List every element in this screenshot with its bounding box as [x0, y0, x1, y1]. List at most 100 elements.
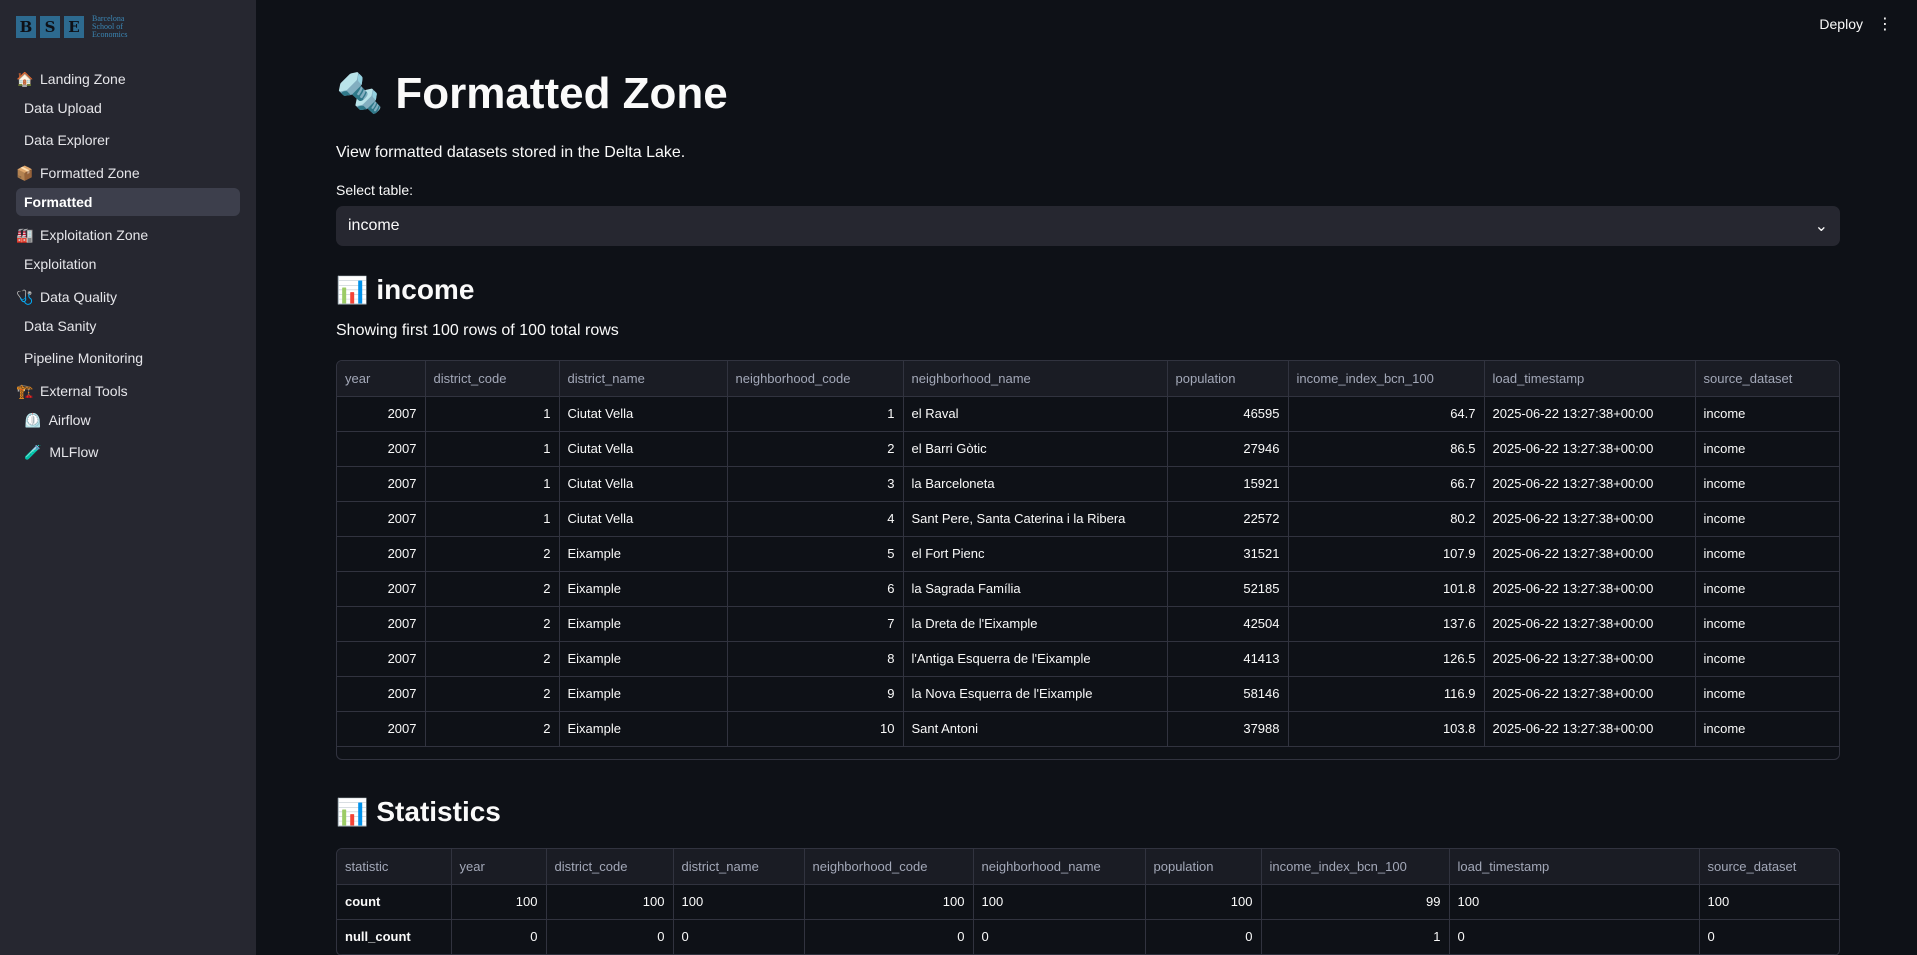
table-cell[interactable]: 8: [727, 641, 904, 677]
table-cell[interactable]: Ciutat Vella: [559, 396, 728, 432]
table-cell[interactable]: income: [1695, 571, 1839, 607]
column-header[interactable]: district_name: [673, 849, 805, 885]
stats-cell[interactable]: 0: [451, 919, 547, 955]
column-header[interactable]: year: [451, 849, 547, 885]
table-cell[interactable]: 52185: [1167, 571, 1289, 607]
table-cell[interactable]: 2007: [337, 536, 426, 572]
table-cell[interactable]: 86.5: [1288, 431, 1485, 467]
column-header[interactable]: neighborhood_code: [804, 849, 974, 885]
table-cell[interactable]: la Nova Esquerra de l'Eixample: [903, 676, 1168, 712]
stats-row[interactable]: count 100 100 100 100 100 100 99 100 100: [337, 884, 1839, 920]
sidebar-item-formatted[interactable]: Formatted: [16, 188, 240, 216]
table-cell[interactable]: el Raval: [903, 396, 1168, 432]
stats-cell[interactable]: 99: [1261, 884, 1450, 920]
column-header[interactable]: district_code: [425, 361, 560, 397]
stats-cell[interactable]: null_count: [337, 919, 452, 955]
table-cell[interactable]: 2025-06-22 13:27:38+00:00: [1484, 501, 1696, 537]
stats-cell[interactable]: 0: [673, 919, 805, 955]
table-row[interactable]: 2007 2 Eixample 6 la Sagrada Família 52185 101…: [337, 571, 1839, 607]
stats-cell[interactable]: 100: [1145, 884, 1262, 920]
table-cell[interactable]: 101.8: [1288, 571, 1485, 607]
column-header[interactable]: statistic: [337, 849, 452, 885]
table-cell[interactable]: 10: [727, 711, 904, 747]
table-cell[interactable]: 2: [425, 711, 560, 747]
table-cell[interactable]: Sant Pere, Santa Caterina i la Ribera: [903, 501, 1168, 537]
table-cell[interactable]: Ciutat Vella: [559, 466, 728, 502]
table-row[interactable]: 2007 1 Ciutat Vella 4 Sant Pere, Santa Cater…: [337, 501, 1839, 537]
table-cell[interactable]: 1: [425, 501, 560, 537]
table-cell[interactable]: 9: [727, 676, 904, 712]
stats-cell[interactable]: 100: [1449, 884, 1700, 920]
table-cell[interactable]: 2007: [337, 711, 426, 747]
stats-cell[interactable]: 1: [1261, 919, 1450, 955]
table-cell[interactable]: 2007: [337, 501, 426, 537]
table-cell[interactable]: Eixample: [559, 676, 728, 712]
table-cell[interactable]: 2025-06-22 13:27:38+00:00: [1484, 711, 1696, 747]
table-cell[interactable]: 2025-06-22 13:27:38+00:00: [1484, 571, 1696, 607]
stats-cell[interactable]: 100: [804, 884, 974, 920]
sidebar-item-airflow[interactable]: ⏲️ Airflow: [16, 406, 240, 434]
table-cell[interactable]: la Barceloneta: [903, 466, 1168, 502]
table-cell[interactable]: Eixample: [559, 641, 728, 677]
table-cell[interactable]: Eixample: [559, 571, 728, 607]
table-row[interactable]: 2007 1 Ciutat Vella 1 el Raval 46595 64.7 2025-…: [337, 396, 1839, 432]
table-cell[interactable]: 4: [727, 501, 904, 537]
stats-cell[interactable]: 0: [1699, 919, 1839, 955]
table-cell[interactable]: 103.8: [1288, 711, 1485, 747]
column-header[interactable]: year: [337, 361, 426, 397]
table-cell[interactable]: 2025-06-22 13:27:38+00:00: [1484, 606, 1696, 642]
table-select[interactable]: income ⌄: [336, 206, 1840, 246]
table-cell[interactable]: 64.7: [1288, 396, 1485, 432]
table-cell[interactable]: 1: [425, 396, 560, 432]
table-cell[interactable]: 2: [425, 571, 560, 607]
table-cell[interactable]: la Sagrada Família: [903, 571, 1168, 607]
table-row[interactable]: 2007 2 Eixample 7 la Dreta de l'Eixample 4250…: [337, 606, 1839, 642]
sidebar-item-data-upload[interactable]: Data Upload: [16, 94, 240, 122]
table-cell[interactable]: 6: [727, 571, 904, 607]
column-header[interactable]: district_code: [546, 849, 674, 885]
table-cell[interactable]: 116.9: [1288, 676, 1485, 712]
table-cell[interactable]: l'Antiga Esquerra de l'Eixample: [903, 641, 1168, 677]
table-cell[interactable]: income: [1695, 536, 1839, 572]
column-header[interactable]: population: [1145, 849, 1262, 885]
table-cell[interactable]: income: [1695, 431, 1839, 467]
table-cell[interactable]: 41413: [1167, 641, 1289, 677]
column-header[interactable]: load_timestamp: [1484, 361, 1696, 397]
table-cell[interactable]: Eixample: [559, 536, 728, 572]
statistics-table[interactable]: statistic year district_code district_na…: [336, 848, 1840, 955]
table-row[interactable]: 2007 1 Ciutat Vella 2 el Barri Gòtic 27946 86.…: [337, 431, 1839, 467]
table-cell[interactable]: Ciutat Vella: [559, 431, 728, 467]
sidebar-item-mlflow[interactable]: 🧪 MLFlow: [16, 438, 240, 466]
stats-cell[interactable]: 0: [973, 919, 1146, 955]
table-cell[interactable]: 42504: [1167, 606, 1289, 642]
table-cell[interactable]: 66.7: [1288, 466, 1485, 502]
table-cell[interactable]: Ciutat Vella: [559, 501, 728, 537]
table-cell[interactable]: 2007: [337, 571, 426, 607]
table-cell[interactable]: 2: [425, 641, 560, 677]
table-cell[interactable]: Sant Antoni: [903, 711, 1168, 747]
table-cell[interactable]: 2007: [337, 396, 426, 432]
column-header[interactable]: source_dataset: [1699, 849, 1839, 885]
table-cell[interactable]: 137.6: [1288, 606, 1485, 642]
table-row[interactable]: 2007 2 Eixample 5 el Fort Pienc 31521 107.9 202…: [337, 536, 1839, 572]
stats-cell[interactable]: 0: [546, 919, 674, 955]
table-cell[interactable]: 2025-06-22 13:27:38+00:00: [1484, 431, 1696, 467]
stats-cell[interactable]: 0: [1145, 919, 1262, 955]
table-cell[interactable]: income: [1695, 676, 1839, 712]
table-cell[interactable]: 2025-06-22 13:27:38+00:00: [1484, 641, 1696, 677]
table-cell[interactable]: 107.9: [1288, 536, 1485, 572]
table-cell[interactable]: 1: [425, 466, 560, 502]
data-table[interactable]: year district_code district_name neighbo…: [336, 360, 1840, 760]
stats-row[interactable]: null_count 0 0 0 0 0 0 1 0 0: [337, 919, 1839, 955]
table-cell[interactable]: 37988: [1167, 711, 1289, 747]
column-header[interactable]: neighborhood_code: [727, 361, 904, 397]
column-header[interactable]: neighborhood_name: [903, 361, 1168, 397]
table-cell[interactable]: 2007: [337, 466, 426, 502]
table-cell[interactable]: 7: [727, 606, 904, 642]
column-header[interactable]: neighborhood_name: [973, 849, 1146, 885]
stats-cell[interactable]: count: [337, 884, 452, 920]
stats-cell[interactable]: 0: [804, 919, 974, 955]
table-cell[interactable]: la Dreta de l'Eixample: [903, 606, 1168, 642]
stats-cell[interactable]: 100: [1699, 884, 1839, 920]
table-cell[interactable]: 2007: [337, 431, 426, 467]
